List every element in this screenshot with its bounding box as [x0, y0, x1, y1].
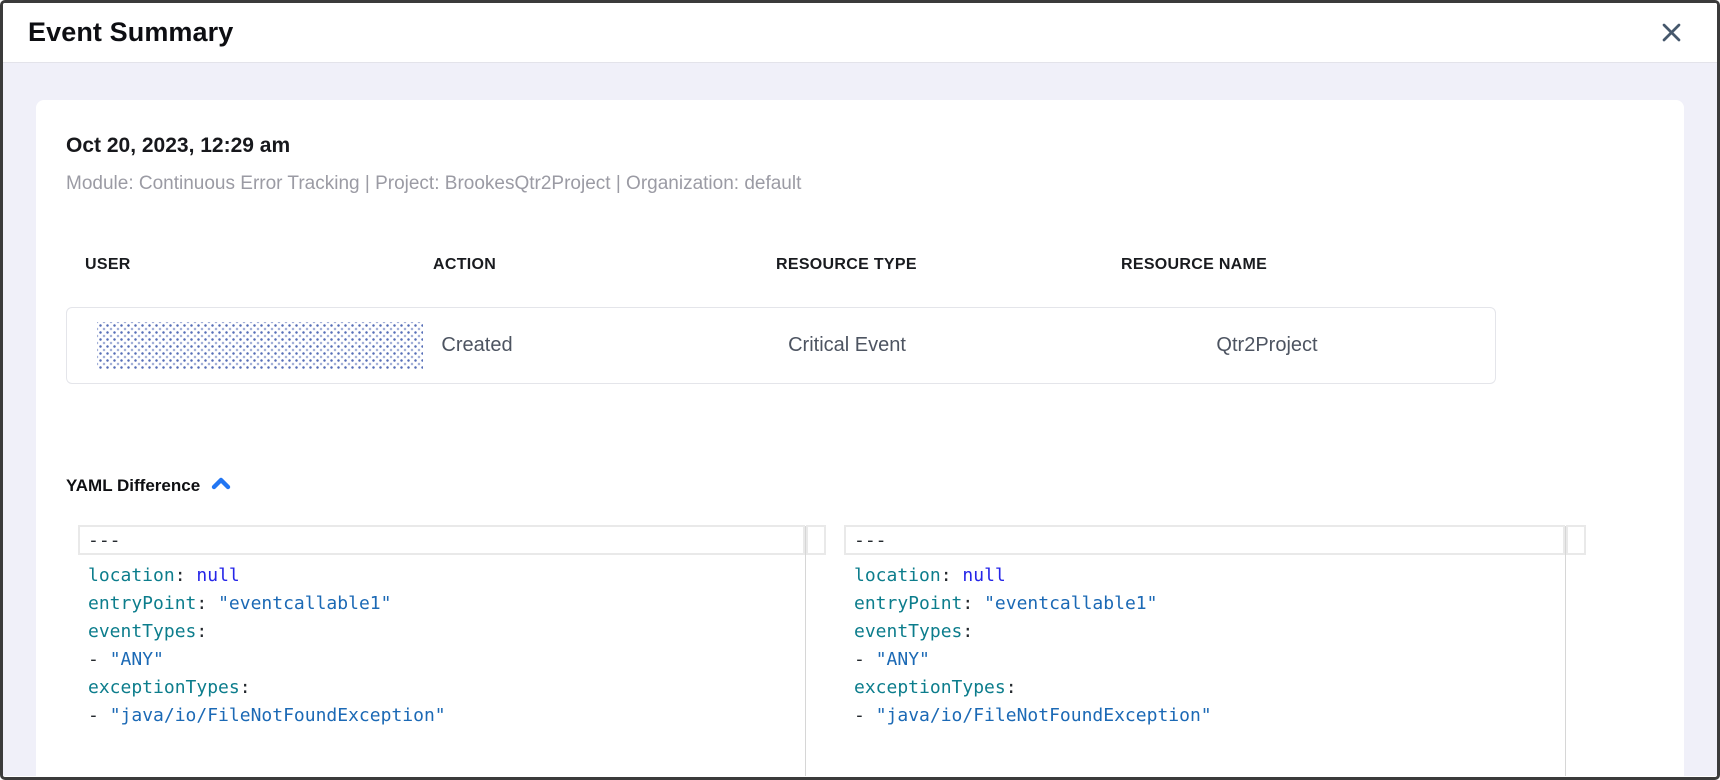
- event-summary-modal: Event Summary Oct 20, 2023, 12:29 am Mod…: [0, 0, 1720, 780]
- yaml-code-line: - "java/io/FileNotFoundException": [854, 702, 1556, 730]
- yaml-code-line: entryPoint: "eventcallable1": [854, 590, 1556, 618]
- yaml-code-line: - "ANY": [88, 646, 796, 674]
- diff-document-start-row: ---: [844, 525, 1586, 555]
- event-timestamp: Oct 20, 2023, 12:29 am: [66, 133, 1654, 159]
- modal-body: Oct 20, 2023, 12:29 am Module: Continuou…: [3, 63, 1717, 776]
- right-panel-scrollbar-gutter: [1565, 526, 1566, 776]
- yaml-diff-left-panel[interactable]: --- location: nullentryPoint: "eventcalla…: [78, 523, 826, 776]
- event-card: Oct 20, 2023, 12:29 am Module: Continuou…: [36, 100, 1684, 776]
- yaml-difference-toggle[interactable]: YAML Difference: [66, 476, 232, 496]
- action-cell: Created: [441, 308, 512, 383]
- yaml-code-line: exceptionTypes:: [854, 674, 1556, 702]
- yaml-code-line: exceptionTypes:: [88, 674, 796, 702]
- audit-table-header: USER ACTION RESOURCE TYPE RESOURCE NAME: [66, 256, 1654, 276]
- column-header-user: USER: [85, 256, 131, 274]
- column-header-resource-type: RESOURCE TYPE: [776, 256, 917, 274]
- resource-type-cell: Critical Event: [788, 308, 906, 383]
- user-redacted-pattern: [97, 322, 423, 369]
- yaml-code-line: eventTypes:: [88, 618, 796, 646]
- yaml-difference-label: YAML Difference: [66, 476, 200, 496]
- close-button[interactable]: [1656, 17, 1687, 48]
- yaml-code-line: - "java/io/FileNotFoundException": [88, 702, 796, 730]
- modal-title: Event Summary: [28, 17, 233, 48]
- column-header-resource-name: RESOURCE NAME: [1121, 256, 1267, 274]
- yaml-code-line: location: null: [854, 562, 1556, 590]
- yaml-code-line: location: null: [88, 562, 796, 590]
- column-header-action: ACTION: [433, 256, 496, 274]
- close-icon: [1660, 32, 1683, 47]
- yaml-code-line: entryPoint: "eventcallable1": [88, 590, 796, 618]
- resource-name-cell: Qtr2Project: [1216, 308, 1317, 383]
- audit-table: USER ACTION RESOURCE TYPE RESOURCE NAME …: [66, 256, 1654, 384]
- table-row: Created Critical Event Qtr2Project: [66, 307, 1496, 384]
- yaml-code-line: eventTypes:: [854, 618, 1556, 646]
- yaml-diff-right-panel[interactable]: --- location: nullentryPoint: "eventcalla…: [844, 523, 1586, 776]
- left-panel-scrollbar-gutter: [805, 526, 806, 776]
- event-context: Module: Continuous Error Tracking | Proj…: [66, 172, 1654, 196]
- diff-document-start-row: ---: [78, 525, 826, 555]
- chevron-up-icon: [210, 476, 232, 496]
- yaml-diff-panes: ---location: nullentryPoint: "eventcalla…: [78, 523, 1654, 776]
- modal-header: Event Summary: [3, 3, 1717, 63]
- yaml-code-line: - "ANY": [854, 646, 1556, 674]
